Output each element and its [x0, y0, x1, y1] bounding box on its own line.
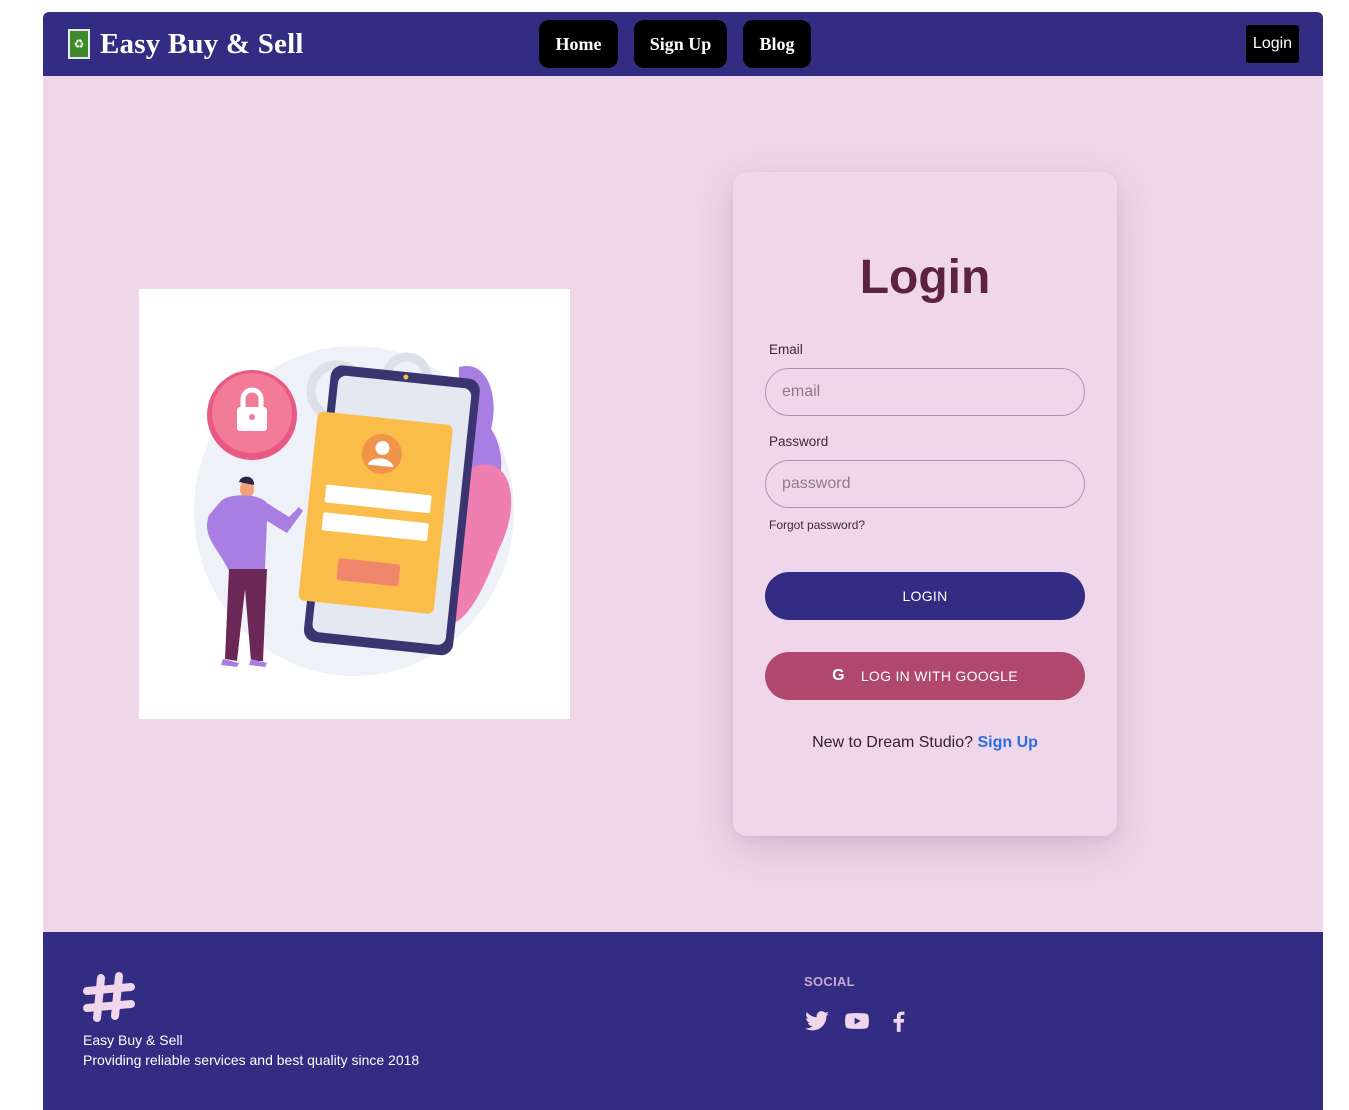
youtube-icon[interactable] [844, 1008, 870, 1034]
password-label: Password [769, 434, 829, 449]
footer-tagline: Providing reliable services and best qua… [83, 1052, 420, 1068]
login-card: Login Email Password Forgot password? LO… [733, 172, 1117, 836]
google-login-label: LOG IN WITH GOOGLE [860, 668, 1018, 684]
login-phone-illustration [139, 289, 570, 719]
login-button[interactable]: LOGIN [765, 572, 1085, 620]
nav-blog-button[interactable]: Blog [743, 20, 811, 68]
twitter-icon[interactable] [804, 1008, 830, 1034]
hashtag-logo-icon [83, 972, 135, 1024]
recycle-icon: ♻ [68, 29, 90, 59]
brand-name: Easy Buy & Sell [100, 27, 304, 60]
navbar: ♻ Easy Buy & Sell Home Sign Up Blog Logi… [43, 12, 1323, 76]
footer: Easy Buy & Sell Providing reliable servi… [43, 932, 1323, 1110]
signup-prompt: New to Dream Studio? [812, 734, 974, 751]
password-input[interactable] [765, 460, 1085, 508]
nav-signup-button[interactable]: Sign Up [634, 20, 727, 68]
social-title: SOCIAL [804, 974, 855, 989]
page-frame: ♻ Easy Buy & Sell Home Sign Up Blog Logi… [43, 12, 1323, 1110]
email-input[interactable] [765, 368, 1085, 416]
nav-home-button[interactable]: Home [539, 20, 618, 68]
brand[interactable]: ♻ Easy Buy & Sell [68, 28, 304, 60]
email-label: Email [769, 342, 803, 357]
footer-company-name: Easy Buy & Sell [83, 1032, 183, 1048]
nav-login-button[interactable]: Login [1246, 25, 1299, 63]
google-icon: G [832, 667, 845, 684]
login-title: Login [859, 251, 991, 304]
facebook-icon[interactable] [886, 1008, 912, 1034]
main-content: Login Email Password Forgot password? LO… [43, 76, 1323, 932]
forgot-password-link[interactable]: Forgot password? [769, 518, 865, 532]
signup-prompt-line: New to Dream Studio? Sign Up [733, 734, 1117, 752]
signup-link[interactable]: Sign Up [977, 734, 1037, 751]
google-login-button[interactable]: G LOG IN WITH GOOGLE [765, 652, 1085, 700]
